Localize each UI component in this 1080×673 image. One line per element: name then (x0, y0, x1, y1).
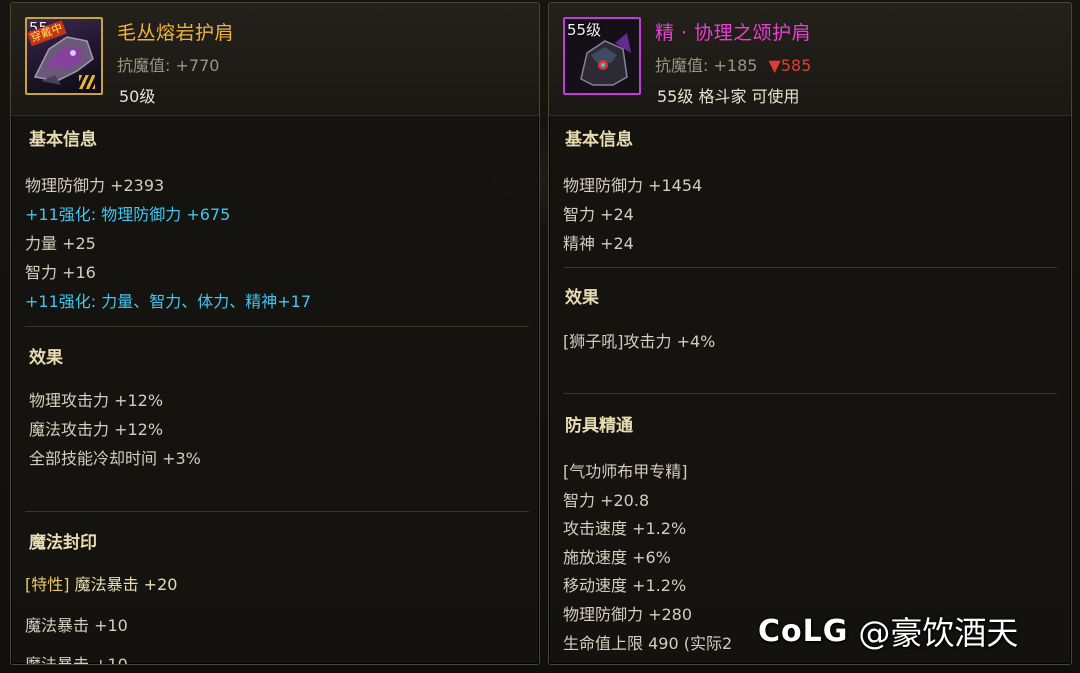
mastery-line: 施放速度 +6% (563, 548, 671, 567)
section-title-basic: 基本信息 (565, 130, 633, 150)
resist-value: +185 (713, 56, 758, 75)
seal-line-cut: 魔法暴击 +10 (25, 655, 128, 665)
item-tooltip-compare: 55级 精 · 协理之颂护肩 抗魔值: +185 ▼585 55级 格斗家 可使… (548, 2, 1072, 665)
watermark-author: @豪饮酒天 (858, 614, 1019, 652)
trait-value: 魔法暴击 +20 (74, 575, 178, 594)
item-header: 55级 精 · 协理之颂护肩 抗魔值: +185 ▼585 55级 格斗家 可使… (549, 3, 1071, 116)
divider (563, 393, 1057, 394)
mastery-line: 智力 +20.8 (563, 491, 650, 510)
armor-shoulder-icon[interactable]: 55级 (563, 17, 641, 95)
stat-line: 力量 +25 (25, 234, 96, 253)
mastery-line: 物理防御力 +280 (563, 605, 693, 624)
icon-level: 55级 (567, 21, 602, 39)
mastery-line: 生命值上限 490 (实际2 (563, 634, 733, 653)
seal-line: 魔法暴击 +10 (25, 616, 128, 635)
magic-resist: 抗魔值: +770 (117, 52, 219, 76)
item-header: 55 穿戴中 毛丛熔岩护肩 抗魔值: +770 50级 (11, 3, 539, 116)
section-title-basic: 基本信息 (29, 130, 97, 150)
rarity-stripes-icon (79, 75, 95, 89)
section-title-effect: 效果 (565, 288, 599, 308)
divider (25, 511, 529, 512)
stat-line-enhance: +11强化: 力量、智力、体力、精神+17 (25, 292, 312, 311)
effect-line: 物理攻击力 +12% (29, 391, 164, 410)
divider (25, 326, 529, 327)
effect-line: 魔法攻击力 +12% (29, 420, 164, 439)
effect-line: [狮子吼]攻击力 +4% (563, 332, 716, 351)
item-name: 精 · 协理之颂护肩 (655, 22, 812, 44)
resist-label: 抗魔值: (117, 56, 171, 75)
resist-label: 抗魔值: (655, 56, 709, 75)
item-level-requirement: 55级 格斗家 可使用 (657, 87, 800, 106)
stat-line: 智力 +24 (563, 205, 634, 224)
stat-line: 精神 +24 (563, 234, 634, 253)
section-title-effect: 效果 (29, 348, 63, 368)
stat-line: 智力 +16 (25, 263, 96, 282)
resist-value: +770 (175, 56, 220, 75)
mastery-line: 攻击速度 +1.2% (563, 519, 687, 538)
divider (563, 267, 1057, 268)
stat-line: 物理防御力 +1454 (563, 176, 703, 195)
section-title-seal: 魔法封印 (29, 533, 97, 553)
item-tooltip-equipped: 55 穿戴中 毛丛熔岩护肩 抗魔值: +770 50级 基本信息 物理防御力 +… (10, 2, 540, 665)
trait-tag: [特性] (25, 575, 70, 594)
stat-line: 物理防御力 +2393 (25, 176, 165, 195)
stat-line-enhance: +11强化: 物理防御力 +675 (25, 205, 231, 224)
colg-logo: CoLG (758, 613, 849, 649)
mastery-line: [气功师布甲专精] (563, 462, 688, 481)
mastery-line: 移动速度 +1.2% (563, 576, 687, 595)
magic-resist: 抗魔值: +185 ▼585 (655, 52, 811, 76)
effect-line: 全部技能冷却时间 +3% (29, 449, 201, 468)
seal-trait-line: [特性] 魔法暴击 +20 (25, 571, 177, 595)
armor-shoulder-icon[interactable]: 55 穿戴中 (25, 17, 103, 95)
item-level: 50级 (119, 87, 156, 106)
watermark: CoLG @豪饮酒天 (758, 608, 1018, 654)
section-title-mastery: 防具精通 (565, 416, 633, 436)
resist-diff: ▼585 (768, 56, 812, 75)
item-name: 毛丛熔岩护肩 (117, 22, 235, 44)
